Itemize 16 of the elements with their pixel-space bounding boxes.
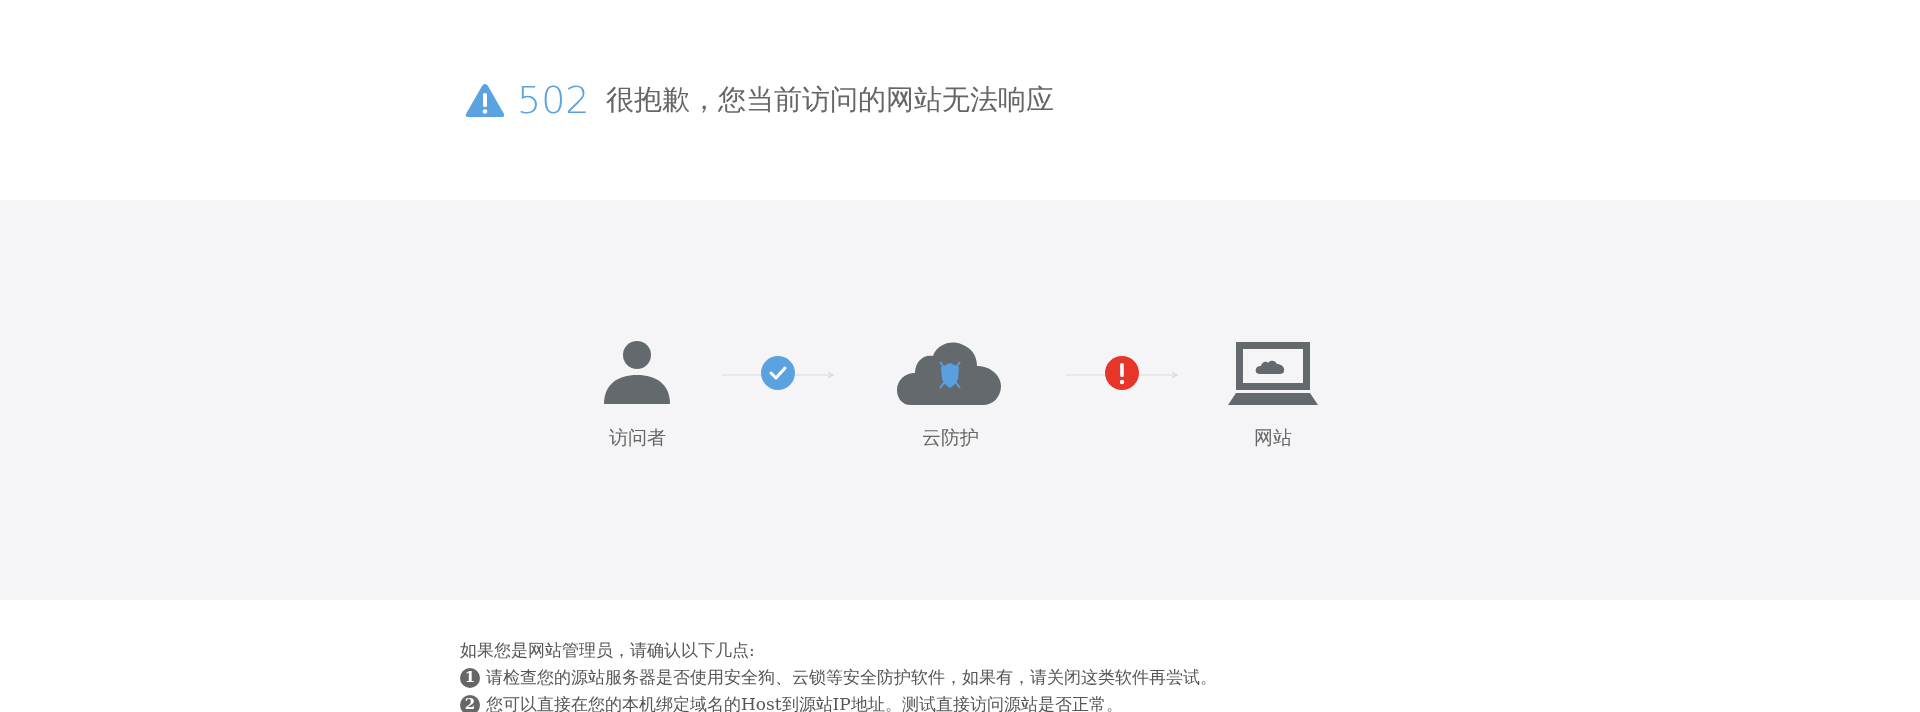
- step-text: 请检查您的源站服务器是否使用安全狗、云锁等安全防护软件，如果有，请关闭这类软件再尝试。: [486, 666, 1217, 689]
- help-intro: 如果您是网站管理员，请确认以下几点:: [460, 639, 756, 662]
- node-label: 网站: [1254, 425, 1292, 450]
- error-circle-icon: [1105, 356, 1139, 390]
- step-number: 1: [460, 667, 480, 688]
- step-number: 2: [460, 694, 480, 712]
- person-icon: [603, 340, 671, 406]
- cloud-shield-icon: [897, 340, 1003, 406]
- node-label: 访问者: [608, 425, 666, 450]
- step-text: 您可以直接在您的本机绑定域名的Host到源站IP地址。测试直接访问源站是否正常。: [486, 693, 1123, 712]
- check-circle-icon: [761, 356, 795, 390]
- laptop-cloud-icon: [1227, 340, 1319, 406]
- error-code: 502: [517, 81, 590, 119]
- node-label: 云防护: [921, 425, 979, 450]
- warning-icon: [465, 82, 505, 118]
- error-message: 很抱歉，您当前访问的网站无法响应: [605, 86, 1054, 114]
